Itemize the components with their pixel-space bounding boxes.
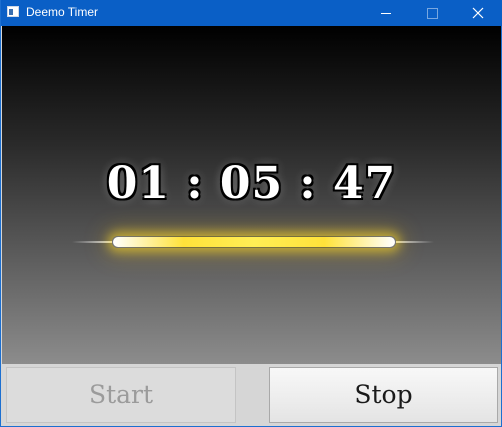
glow-tube bbox=[112, 236, 396, 248]
maximize-icon[interactable] bbox=[409, 0, 455, 26]
timer-readout: 01 : 05 : 47 bbox=[106, 158, 397, 209]
title-bar[interactable]: Deemo Timer bbox=[1, 0, 502, 26]
close-icon[interactable] bbox=[455, 0, 501, 26]
stop-button[interactable]: Stop bbox=[269, 367, 498, 423]
start-button[interactable]: Start bbox=[6, 367, 236, 423]
timer-display-panel: 01 : 05 : 47 bbox=[2, 26, 501, 364]
minimize-icon[interactable] bbox=[363, 0, 409, 26]
window-title: Deemo Timer bbox=[26, 5, 99, 19]
glow-light-bar bbox=[72, 235, 434, 249]
app-window: Deemo Timer 01 : 05 : 47 Start Stop bbox=[0, 0, 502, 427]
app-window-icon bbox=[7, 6, 19, 17]
